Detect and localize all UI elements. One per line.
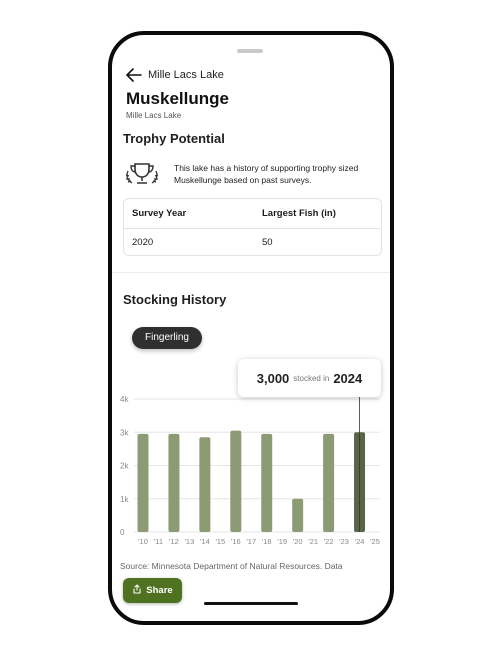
x-tick-label: '19 [277,537,287,546]
stocking-bar-chart[interactable]: 0 1k 2k 3k 4k '10 '11 '12 '13 '14 '15 '16 '17 '18 '19 '… [112,390,390,550]
chart-bar [292,498,304,532]
x-tick-label: '21 [308,537,318,546]
x-tick-label: '11 [154,537,163,546]
arrow-left-icon[interactable] [126,68,142,82]
back-button-label[interactable]: Mille Lacs Lake [148,69,224,81]
chart-bar [261,433,273,532]
share-icon [132,584,142,597]
x-tick-label: '23 [339,537,349,546]
tooltip-year: 2024 [333,370,363,386]
y-tick-label: 0 [120,528,125,537]
chart-bar [168,433,180,532]
sheet-grabber[interactable] [237,49,263,53]
share-button-label: Share [146,585,173,596]
fingerling-filter-chip[interactable]: Fingerling [132,327,202,349]
chart-bar [199,437,211,532]
table-row: 2020 50 [124,228,381,257]
x-tick-label: '22 [324,537,334,546]
page-title: Muskellunge [126,89,229,108]
trophy-section-title: Trophy Potential [123,131,225,146]
x-tick-label: '10 [138,537,148,546]
home-indicator [204,602,298,605]
chart-tooltip: 3,000 stocked in 2024 [238,359,381,397]
chart-bar [137,433,149,532]
app-screen: Mille Lacs Lake Muskellunge Mille Lacs L… [112,35,390,621]
trophy-laurel-icon [122,161,162,187]
stocking-section-title: Stocking History [123,292,227,307]
y-tick-label: 1k [120,495,129,504]
x-tick-label: '14 [200,537,210,546]
x-tick-label: '13 [185,537,195,546]
table-header: Largest Fish (in) [262,208,336,219]
x-tick-label: '24 [355,537,365,546]
table-cell: 2020 [132,237,154,248]
survey-table: Survey Year Largest Fish (in) 2020 50 [123,198,382,256]
trophy-description: This lake has a history of supporting tr… [174,163,359,185]
tooltip-text: stocked in [293,373,330,383]
x-tick-label: '12 [169,537,179,546]
nav-bar: Mille Lacs Lake [126,65,224,85]
x-tick-label: '17 [246,537,256,546]
y-tick-label: 2k [120,462,129,471]
table-header: Survey Year [132,208,187,219]
x-tick-label: '18 [262,537,272,546]
chart-bar [230,430,242,532]
page-subtitle: Mille Lacs Lake [126,111,182,120]
tooltip-value: 3,000 [256,370,290,386]
y-tick-label: 4k [120,395,129,404]
section-divider [112,272,390,273]
y-tick-label: 3k [120,428,129,437]
table-header-row: Survey Year Largest Fish (in) [124,199,381,229]
x-tick-label: '15 [215,537,225,546]
table-cell: 50 [262,237,273,248]
x-tick-label: '16 [231,537,241,546]
chart-bar [323,433,335,532]
x-tick-label: '25 [370,537,380,546]
phone-frame: Mille Lacs Lake Muskellunge Mille Lacs L… [108,31,394,625]
source-text: Source: Minnesota Department of Natural … [120,561,343,571]
share-button[interactable]: Share [123,578,182,603]
x-tick-label: '20 [293,537,303,546]
